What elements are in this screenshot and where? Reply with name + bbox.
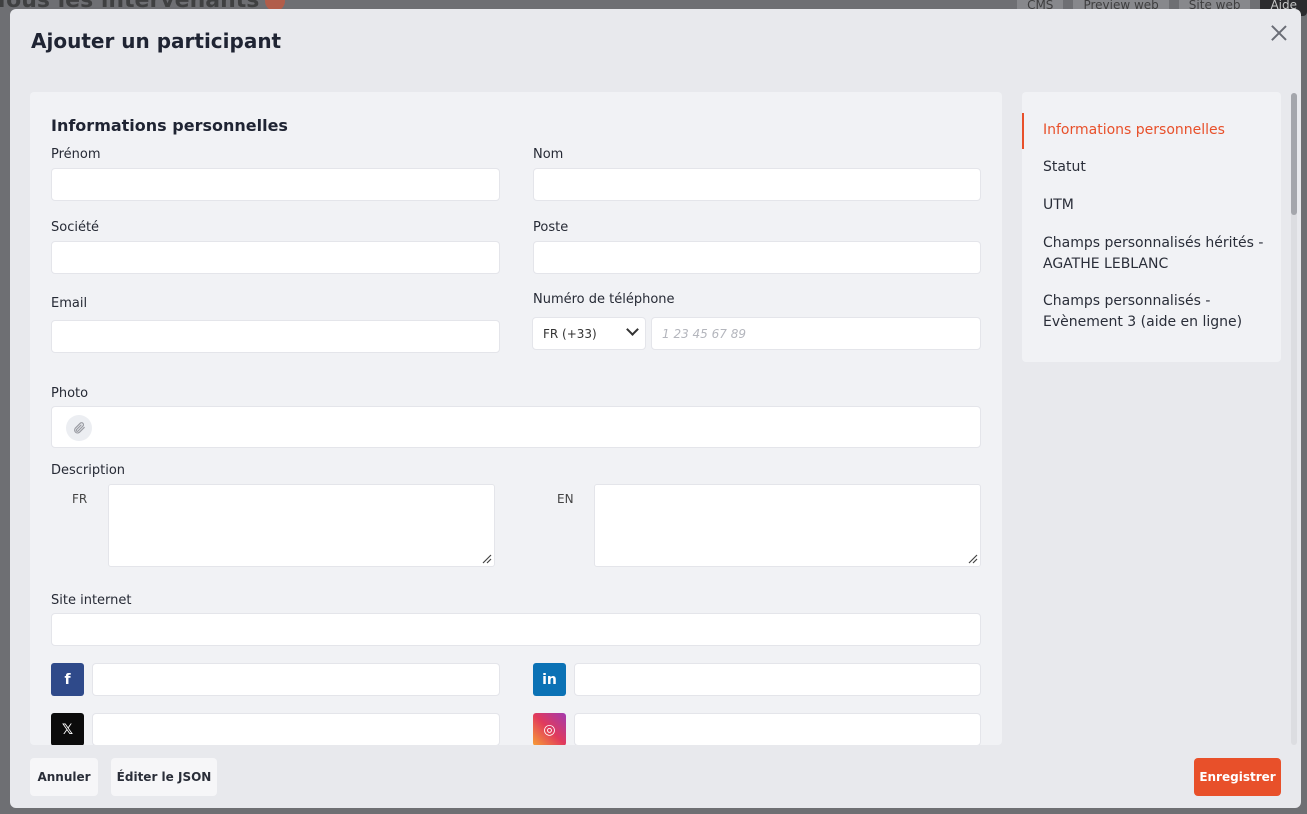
add-participant-modal: Ajouter un participant Informations pers… [10,9,1301,808]
prenom-input[interactable] [51,168,500,201]
description-en-textarea[interactable] [594,484,981,567]
societe-input[interactable] [51,241,500,274]
country-code-value: FR (+33) [543,327,597,341]
modal-title: Ajouter un participant [31,29,282,53]
description-fr-textarea[interactable] [108,484,495,567]
section-title: Informations personnelles [51,116,288,135]
facebook-input[interactable] [92,663,500,696]
section-nav: Informations personnelles Statut UTM Cha… [1022,92,1281,362]
site-label: Site internet [51,593,132,608]
linkedin-input[interactable] [574,663,981,696]
active-nav-marker [1022,113,1024,149]
nav-item-statut[interactable]: Statut [1043,157,1273,178]
site-input[interactable] [51,613,981,646]
nav-item-informations-personnelles[interactable]: Informations personnelles [1043,120,1273,141]
chevron-down-icon [626,323,639,336]
societe-label: Société [51,220,100,235]
x-twitter-icon[interactable]: 𝕏 [51,713,84,745]
x-twitter-input[interactable] [92,713,500,745]
form-panel: Informations personnelles Prénom Nom Soc… [30,92,1002,745]
photo-upload[interactable] [51,406,981,448]
resize-grip-icon[interactable] [966,552,978,564]
poste-input[interactable] [533,241,981,274]
nav-item-champs-herites[interactable]: Champs personnalisés hérités - AGATHE LE… [1043,233,1273,275]
scrollbar-thumb[interactable] [1291,93,1297,215]
poste-label: Poste [533,220,569,235]
lang-en-label: EN [557,492,574,506]
photo-label: Photo [51,386,89,401]
nom-input[interactable] [533,168,981,201]
edit-json-button[interactable]: Éditer le JSON [111,758,217,796]
close-icon[interactable] [1269,23,1289,43]
linkedin-icon[interactable]: in [533,663,566,696]
email-label: Email [51,296,88,311]
scrollbar[interactable] [1291,93,1297,745]
paperclip-icon[interactable] [66,415,92,441]
nav-item-champs-evenement[interactable]: Champs personnalisés - Evènement 3 (aide… [1043,291,1273,333]
phone-label: Numéro de téléphone [533,292,675,307]
instagram-icon[interactable]: ◎ [533,713,566,745]
description-label: Description [51,463,126,478]
phone-input[interactable] [651,317,981,350]
prenom-label: Prénom [51,147,101,162]
lang-fr-label: FR [72,492,88,506]
nav-item-utm[interactable]: UTM [1043,195,1273,216]
cancel-button[interactable]: Annuler [30,758,98,796]
facebook-icon[interactable]: f [51,663,84,696]
save-button[interactable]: Enregistrer [1194,758,1281,796]
resize-grip-icon[interactable] [480,552,492,564]
country-code-select[interactable]: FR (+33) [532,317,646,350]
nom-label: Nom [533,147,564,162]
instagram-input[interactable] [574,713,981,745]
email-input[interactable] [51,320,500,353]
